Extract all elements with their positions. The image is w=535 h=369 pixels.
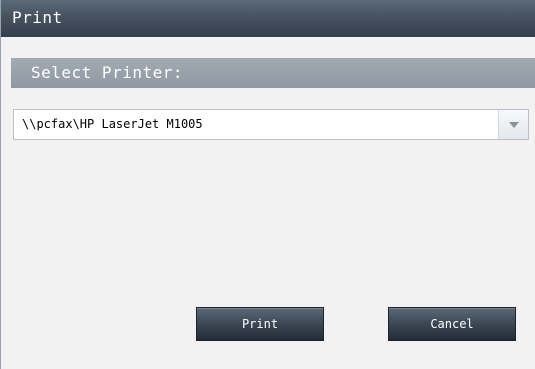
title-bar: Print	[1, 0, 535, 37]
section-header-label: Select Printer:	[31, 63, 183, 82]
print-dialog: Print Select Printer: \\pcfax\HP LaserJe…	[0, 0, 535, 369]
print-button[interactable]: Print	[196, 307, 324, 341]
printer-select[interactable]: \\pcfax\HP LaserJet M1005	[13, 109, 529, 140]
cancel-button[interactable]: Cancel	[388, 307, 516, 341]
section-header: Select Printer:	[11, 58, 535, 88]
window-title: Print	[12, 8, 63, 27]
printer-select-value: \\pcfax\HP LaserJet M1005	[22, 117, 203, 131]
chevron-down-icon	[508, 121, 520, 129]
printer-select-dropdown-button[interactable]	[498, 110, 528, 139]
